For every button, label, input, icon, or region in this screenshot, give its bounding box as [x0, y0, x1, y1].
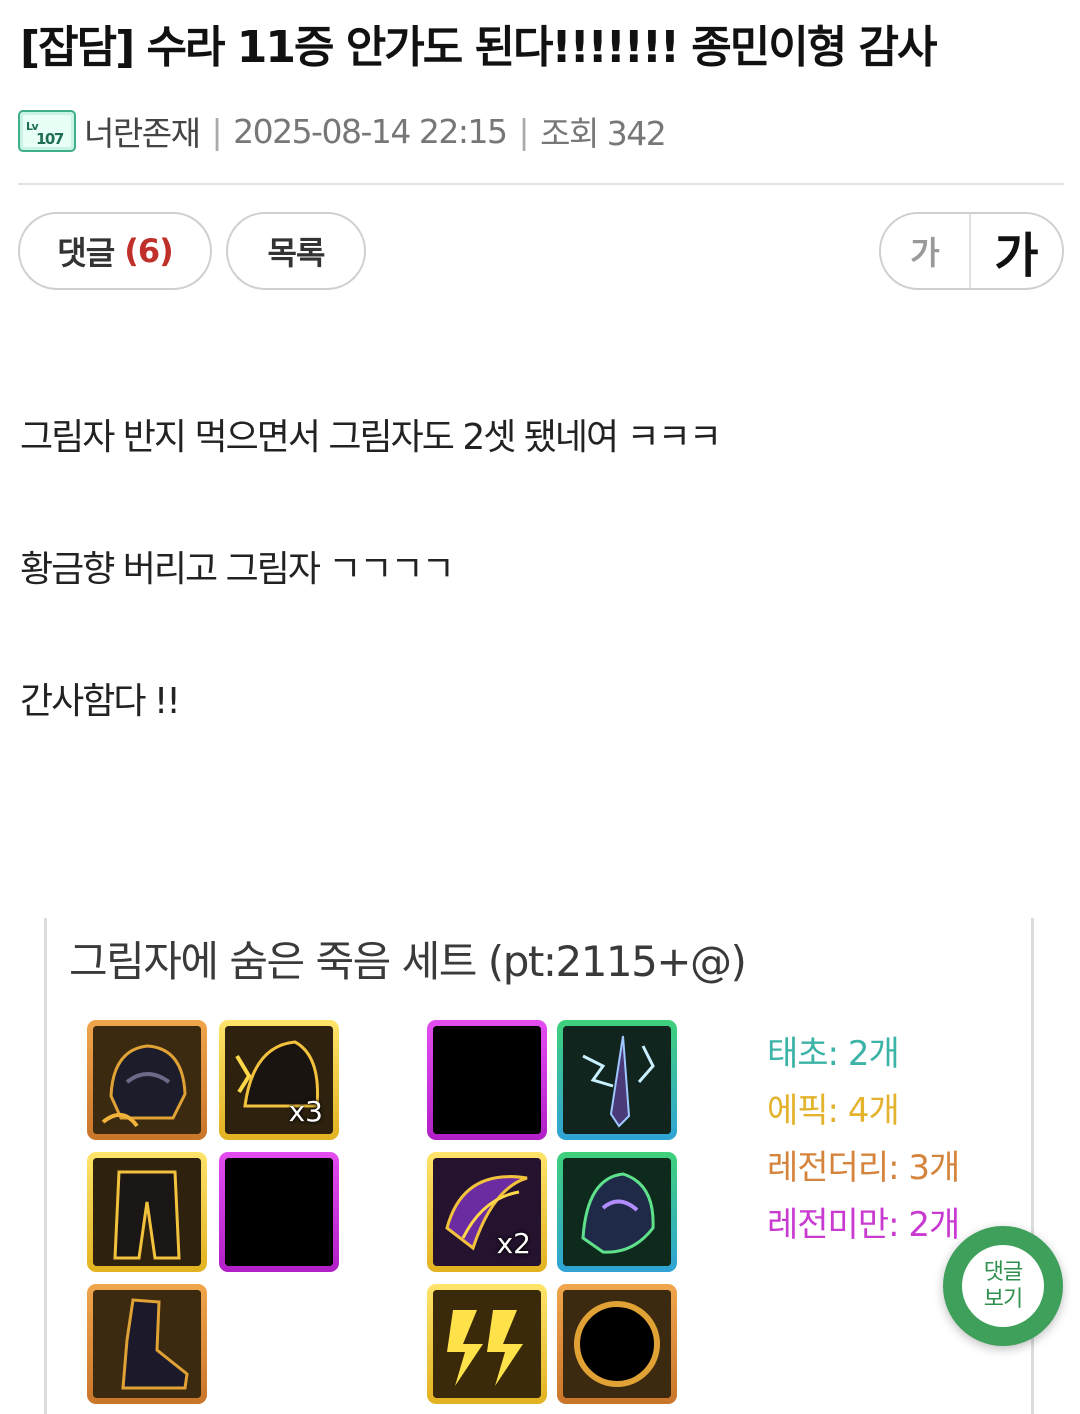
comments-button-label: 댓글 — [57, 234, 115, 272]
post-body-line: 그림자 반지 먹으면서 그림자도 2셋 됐네여 ㅋㅋㅋ — [20, 417, 722, 458]
equipment-slot[interactable] — [87, 1152, 207, 1272]
helmet-icon — [93, 1026, 201, 1134]
item-quantity: x2 — [496, 1227, 531, 1260]
set-info-card: 그림자에 숨은 죽음 세트 (pt:2115+@) x3 x2 태초: 2개 에… — [44, 918, 1034, 1414]
equipment-slot[interactable] — [427, 1020, 547, 1140]
post-meta: Lv 107 너란존재 | 2025-08-14 22:15 | 조회 342 — [18, 107, 667, 155]
equipment-slot[interactable] — [219, 1152, 339, 1272]
set-title: 그림자에 숨은 죽음 세트 (pt:2115+@) — [69, 937, 747, 986]
cloak-icon — [563, 1158, 671, 1266]
author-name[interactable]: 너란존재 — [84, 107, 201, 155]
font-size-small-button[interactable]: 가 — [881, 214, 971, 288]
equipment-slot[interactable] — [87, 1284, 207, 1404]
stat-epic: 에픽: 4개 — [767, 1091, 900, 1131]
list-button[interactable]: 목록 — [226, 212, 366, 290]
lightning-icon — [433, 1290, 541, 1398]
empty-slot-icon — [433, 1026, 541, 1134]
pants-icon — [93, 1158, 201, 1266]
font-size-toggle: 가 가 — [879, 212, 1064, 290]
view-comments-label: 댓글 보기 — [962, 1245, 1044, 1327]
equipment-slot[interactable] — [557, 1152, 677, 1272]
equipment-slot[interactable] — [87, 1020, 207, 1140]
header-divider — [18, 183, 1064, 185]
view-count: 조회 342 — [540, 114, 667, 153]
list-button-label: 목록 — [267, 234, 326, 272]
meta-separator: | — [518, 111, 529, 151]
equipment-slot[interactable]: x3 — [219, 1020, 339, 1140]
equipment-slot[interactable] — [557, 1020, 677, 1140]
item-quantity: x3 — [288, 1095, 323, 1128]
comments-count: (6) — [124, 232, 174, 270]
post-body-line: 황금향 버리고 그림자 ㄱㄱㄱㄱ — [20, 549, 455, 590]
post-title: [잡담] 수라 11증 안가도 된다!!!!!!! 종민이형 감사 — [20, 22, 938, 73]
level-107-badge-icon: Lv 107 — [18, 110, 76, 152]
set-rarity-stats: 태초: 2개 에픽: 4개 레전더리: 3개 레전미만: 2개 — [767, 1026, 960, 1254]
empty-slot-icon — [225, 1158, 333, 1266]
comments-button[interactable]: 댓글 (6) — [18, 212, 212, 290]
view-comments-line2: 보기 — [983, 1287, 1023, 1312]
stat-below-legendary: 레전미만: 2개 — [767, 1205, 960, 1245]
meta-separator: | — [211, 111, 222, 151]
equipment-slot[interactable] — [427, 1284, 547, 1404]
view-comments-floating-button[interactable]: 댓글 보기 — [943, 1226, 1063, 1346]
view-comments-line1: 댓글 — [983, 1260, 1023, 1285]
post-body-line: 간사함다 !! — [20, 681, 181, 722]
stat-primeval: 태초: 2개 — [767, 1034, 900, 1074]
equipment-slot[interactable]: x2 — [427, 1152, 547, 1272]
orb-icon — [563, 1290, 671, 1398]
post-datetime: 2025-08-14 22:15 — [233, 111, 508, 151]
stat-legendary: 레전더리: 3개 — [767, 1148, 960, 1188]
boots-icon — [93, 1290, 201, 1398]
svg-text:107: 107 — [36, 130, 64, 148]
font-size-large-button[interactable]: 가 — [971, 214, 1062, 288]
equipment-slot[interactable] — [557, 1284, 677, 1404]
necklace-icon — [563, 1026, 671, 1134]
